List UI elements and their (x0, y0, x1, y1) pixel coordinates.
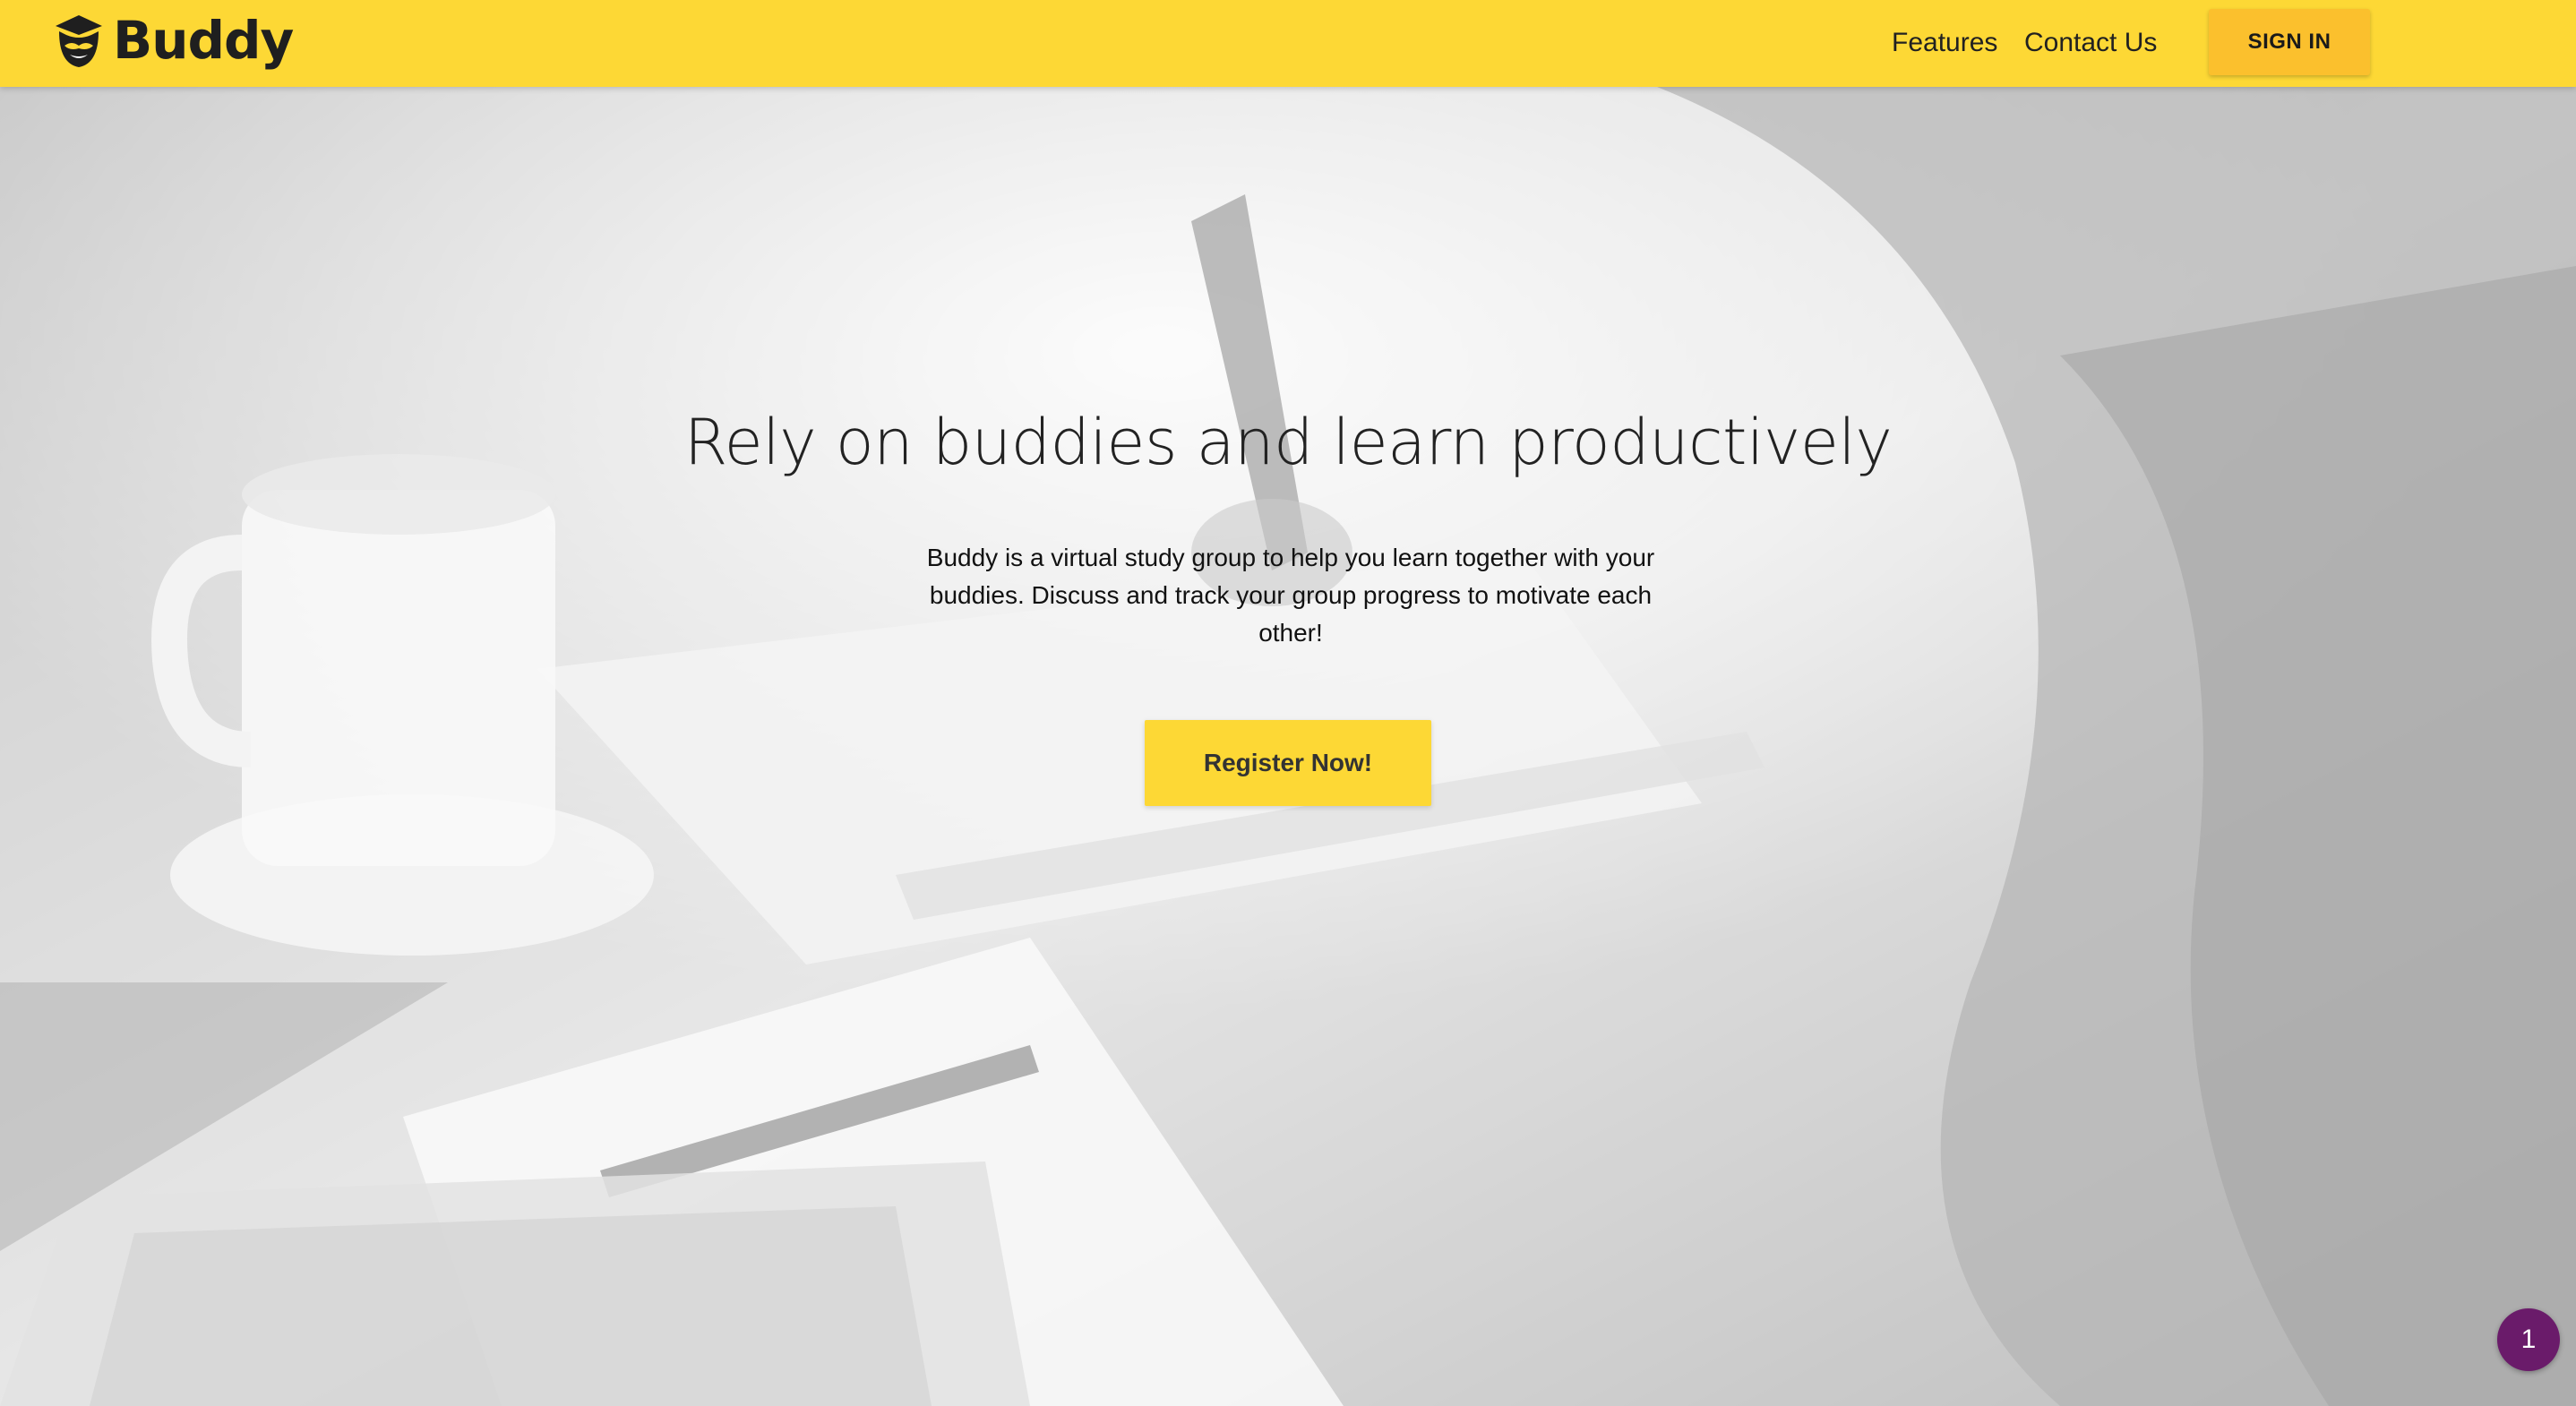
brand-name: Buddy (113, 10, 294, 71)
sign-in-button[interactable]: SIGN IN (2209, 9, 2370, 75)
notification-badge[interactable]: 1 (2497, 1308, 2560, 1371)
nav-features-link[interactable]: Features (1892, 20, 1997, 66)
nav-contact-link[interactable]: Contact Us (2024, 20, 2157, 66)
hero-section: Rely on buddies and learn productively B… (0, 87, 2576, 1406)
mustache-face-icon (56, 15, 102, 67)
hero-title: Rely on buddies and learn productively (683, 406, 1893, 479)
register-now-button[interactable]: Register Now! (1145, 720, 1431, 806)
hero-description: Buddy is a virtual study group to help y… (926, 544, 1655, 647)
top-navbar: Buddy Features Contact Us SIGN IN (0, 0, 2576, 87)
brand-logo[interactable]: Buddy (48, 9, 294, 72)
